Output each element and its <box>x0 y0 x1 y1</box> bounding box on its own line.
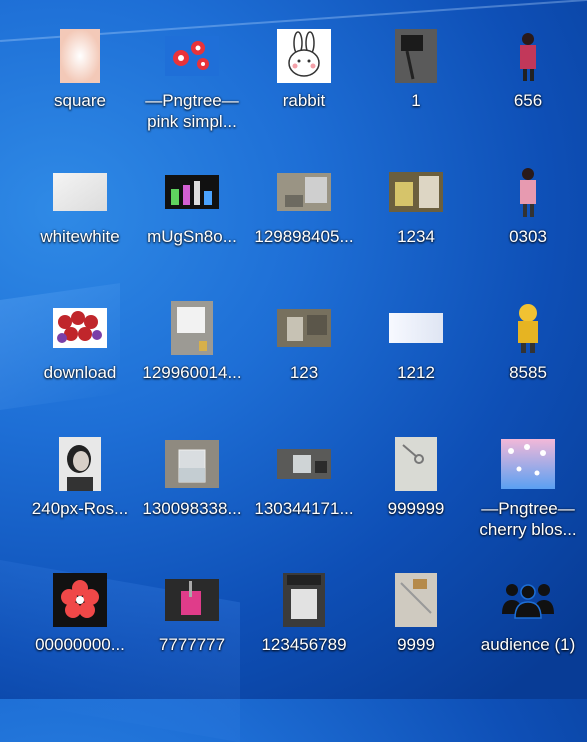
desktop-icon-7777777[interactable]: 7777777 <box>136 566 248 684</box>
desktop-icon-8585[interactable]: 8585 <box>472 294 584 412</box>
image-thumbnail-photo <box>164 300 220 356</box>
icon-label: square <box>54 91 106 110</box>
desktop-icon-00000000[interactable]: 00000000... <box>24 566 136 684</box>
icon-label: rabbit <box>282 91 326 110</box>
icon-label: 123 <box>289 363 319 382</box>
image-thumbnail-blossom <box>52 572 108 628</box>
image-thumbnail-photo <box>388 164 444 220</box>
icon-label: 0303 <box>509 227 547 246</box>
icon-label: 1234 <box>397 227 435 246</box>
image-thumbnail-rabbit <box>276 28 332 84</box>
desktop-icon-129898405[interactable]: 129898405... <box>248 158 360 276</box>
desktop-icon-pngtree-pink[interactable]: —Pngtree— pink simpl... <box>136 22 248 140</box>
desktop-icon-129960014[interactable]: 129960014... <box>136 294 248 412</box>
icon-label: 1 <box>411 91 421 110</box>
image-thumbnail-photo <box>276 572 332 628</box>
image-thumbnail-flowers <box>164 28 220 84</box>
desktop-icon-130344171[interactable]: 130344171... <box>248 430 360 548</box>
desktop-icon-9999[interactable]: 9999 <box>360 566 472 684</box>
image-thumbnail-portrait <box>52 436 108 492</box>
image-thumbnail-photo <box>276 300 332 356</box>
icon-label: audience (1) <box>480 635 576 654</box>
desktop-icon-whitewhite[interactable]: whitewhite <box>24 158 136 276</box>
image-thumbnail-character <box>500 28 556 84</box>
image-thumbnail-beaker <box>164 572 220 628</box>
icon-label: 7777777 <box>158 635 226 654</box>
icon-label: whitewhite <box>40 227 120 246</box>
desktop-icon-square[interactable]: square <box>24 22 136 140</box>
desktop-icon-pngtree-cherry[interactable]: —Pngtree— cherry blos... <box>472 430 584 548</box>
desktop-icon-1[interactable]: 1 <box>360 22 472 140</box>
desktop-icon-1212[interactable]: 1212 <box>360 294 472 412</box>
image-thumbnail-lab <box>164 164 220 220</box>
icon-label: 8585 <box>509 363 547 382</box>
image-thumbnail-character <box>500 300 556 356</box>
icon-label: 9999 <box>397 635 435 654</box>
image-thumbnail-beaker <box>164 436 220 492</box>
icon-label: 656 <box>513 91 543 110</box>
audience-icon <box>500 572 556 628</box>
icon-label: 129898405... <box>254 227 354 246</box>
icon-label: —Pngtree— cherry blos... <box>479 499 577 539</box>
desktop-icon-130098338[interactable]: 130098338... <box>136 430 248 548</box>
icon-label: 129960014... <box>142 363 242 382</box>
desktop-icon-656[interactable]: 656 <box>472 22 584 140</box>
desktop-icon-mugsn8o[interactable]: mUgSn8o... <box>136 158 248 276</box>
icon-label: 130098338... <box>142 499 242 518</box>
desktop-icon-1234[interactable]: 1234 <box>360 158 472 276</box>
icon-label: download <box>43 363 117 382</box>
icon-label: 240px-Ros... <box>31 499 129 518</box>
image-thumbnail-photo <box>388 572 444 628</box>
desktop-icon-123[interactable]: 123 <box>248 294 360 412</box>
image-thumbnail-molecule <box>52 300 108 356</box>
image-thumbnail-photo <box>276 164 332 220</box>
desktop-icon-999999[interactable]: 999999 <box>360 430 472 548</box>
desktop-icon-123456789[interactable]: 123456789 <box>248 566 360 684</box>
icon-label: 00000000... <box>35 635 125 654</box>
desktop-icon-rabbit[interactable]: rabbit <box>248 22 360 140</box>
icon-label: —Pngtree— pink simpl... <box>145 91 239 131</box>
desktop-icon-audience[interactable]: audience (1) <box>472 566 584 684</box>
image-thumbnail-blossom <box>500 436 556 492</box>
image-thumbnail-character <box>500 164 556 220</box>
icon-label: mUgSn8o... <box>147 227 237 246</box>
image-thumbnail-white <box>52 164 108 220</box>
icon-label: 1212 <box>397 363 435 382</box>
icon-label: 999999 <box>387 499 445 518</box>
desktop-icon-download[interactable]: download <box>24 294 136 412</box>
icon-label: 130344171... <box>254 499 354 518</box>
image-thumbnail-photo <box>276 436 332 492</box>
icon-label: 123456789 <box>261 635 347 654</box>
desktop-icon-0303[interactable]: 0303 <box>472 158 584 276</box>
image-thumbnail-white <box>388 300 444 356</box>
image-thumbnail-photo <box>388 436 444 492</box>
image-thumbnail-square <box>52 28 108 84</box>
desktop-icon-240px-ros[interactable]: 240px-Ros... <box>24 430 136 548</box>
image-thumbnail-photo <box>388 28 444 84</box>
